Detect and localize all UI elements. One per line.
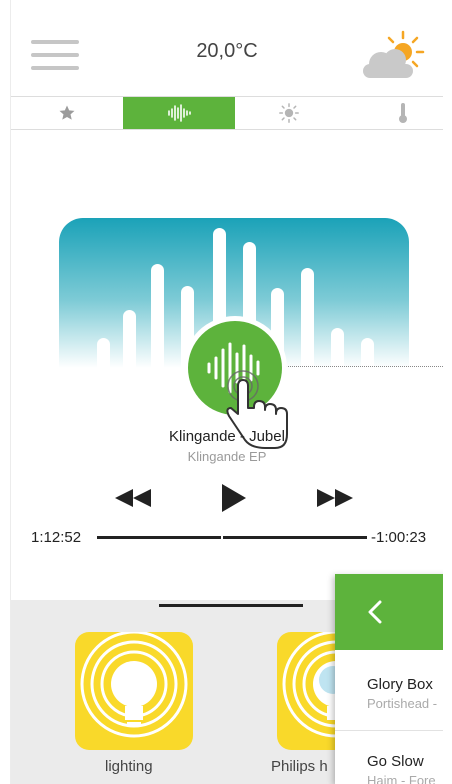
playlist-item-artist: Portishead -: [367, 696, 438, 711]
tab-music[interactable]: [123, 97, 235, 129]
drawer-handle[interactable]: [159, 604, 303, 607]
track-title: Klingande - Jubel: [169, 428, 285, 445]
playlist-item-title: Go Slow: [367, 753, 424, 770]
thermometer-icon: [399, 103, 407, 123]
playlist-item-title: Glory Box: [367, 676, 433, 693]
partly-cloudy-icon[interactable]: [357, 30, 429, 80]
star-icon: [59, 105, 75, 120]
playlist-panel-header: [335, 574, 443, 650]
tab-weather[interactable]: [261, 97, 317, 129]
philips-tile-label: Philips h: [271, 758, 328, 775]
visualizer-bar: [97, 338, 110, 368]
visualizer-bar: [123, 310, 136, 368]
rewind-button[interactable]: [113, 482, 153, 514]
light-bulb-icon: [80, 632, 188, 738]
visualizer-bar: [331, 328, 344, 368]
category-tabs: [11, 96, 443, 130]
fast-forward-button[interactable]: [315, 482, 355, 514]
playlist-panel: Glory Box Portishead - Go Slow Haim - Fo…: [335, 574, 443, 784]
elapsed-time: 1:12:52: [31, 529, 82, 546]
rewind-icon: [115, 489, 151, 507]
progress-slider[interactable]: [97, 534, 367, 541]
track-album: Klingande EP: [187, 449, 267, 464]
play-icon: [222, 484, 246, 512]
playlist-item-artist: Haim - Fore: [367, 773, 436, 784]
play-button[interactable]: [219, 482, 249, 514]
visualizer-bar: [151, 264, 164, 368]
fast-forward-icon: [317, 489, 353, 507]
soundwave-icon: [168, 104, 191, 122]
lighting-tile[interactable]: [75, 632, 193, 750]
header: 20,0°C: [11, 0, 443, 96]
visualizer-bar: [301, 268, 314, 368]
app-screen: 20,0°C Klingande - Jubel Klingande EP 1:…: [10, 0, 443, 784]
playlist-item[interactable]: Glory Box Portishead -: [335, 650, 443, 731]
sun-icon: [279, 103, 299, 123]
divider-dotted-line: [281, 366, 443, 367]
remaining-time: -1:00:23: [371, 529, 427, 546]
playlist-item[interactable]: Go Slow Haim - Fore: [335, 731, 443, 784]
lighting-tile-label: lighting: [105, 758, 153, 775]
visualizer-bar: [361, 338, 374, 368]
tab-temperature[interactable]: [375, 97, 431, 129]
tab-favorites[interactable]: [39, 97, 95, 129]
back-chevron-icon[interactable]: [367, 600, 383, 624]
